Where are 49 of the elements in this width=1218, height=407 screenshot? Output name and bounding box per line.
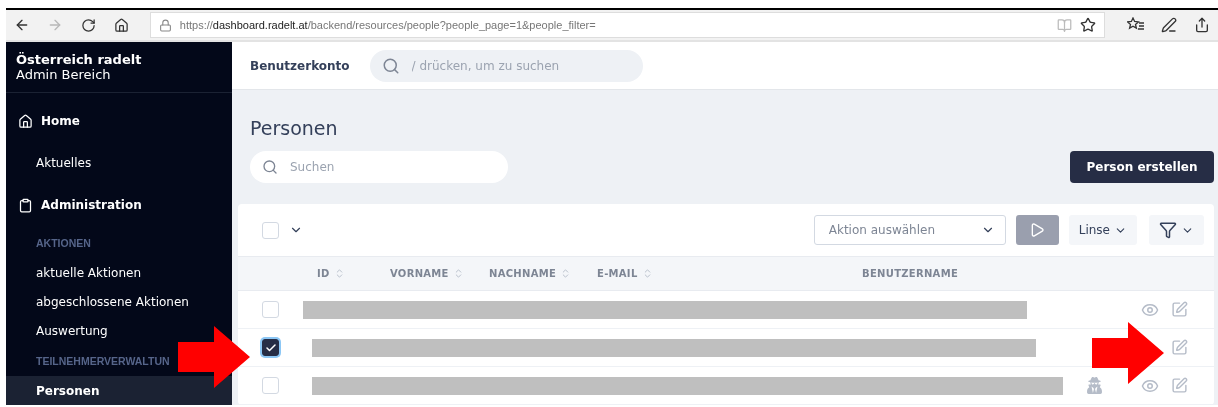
sidebar-item[interactable]: aktuelle Aktionen xyxy=(6,258,232,287)
sidebar-item[interactable]: Personen xyxy=(6,376,232,405)
spy-icon[interactable] xyxy=(1086,377,1103,394)
search-icon xyxy=(381,56,400,75)
sidebar-item[interactable]: Home xyxy=(6,99,232,143)
column-header: BENUTZERNAME xyxy=(862,268,960,279)
sidebar-item-label: Home xyxy=(41,114,80,128)
edit-icon[interactable] xyxy=(1171,377,1188,394)
sidebar-item[interactable]: Aktuelles xyxy=(6,143,232,183)
search-field[interactable]: Suchen xyxy=(250,151,508,183)
filter-icon xyxy=(1159,221,1177,239)
app-subtitle: Admin Bereich xyxy=(16,67,112,82)
url-text: https://dashboard.radelt.at/backend/resources/people?people_page=1&people_filter= xyxy=(179,19,597,31)
sidebar-item-label: Administration xyxy=(41,198,142,212)
search-field[interactable]: Suchen xyxy=(288,159,496,175)
pen-icon[interactable] xyxy=(1160,17,1177,33)
global-search-field[interactable]: / drücken, um zu suchen xyxy=(369,49,643,82)
row-checkbox[interactable] xyxy=(262,339,279,356)
share-icon[interactable] xyxy=(1193,17,1210,33)
clipboard-icon xyxy=(18,197,33,213)
annotation-arrow xyxy=(1092,322,1164,384)
page-title: Personen xyxy=(250,116,339,140)
home-icon xyxy=(18,113,33,129)
filter-button[interactable] xyxy=(1149,215,1204,245)
address-bar[interactable]: https://dashboard.radelt.at/backend/resources/people?people_page=1&people_filter= xyxy=(149,12,1106,38)
refresh-icon[interactable] xyxy=(80,17,96,33)
sidebar-item[interactable]: Auswertung xyxy=(6,316,232,345)
create-person-button[interactable]: Person erstellen xyxy=(1070,151,1214,183)
edit-icon[interactable] xyxy=(1171,339,1188,356)
reading-view-icon[interactable] xyxy=(1057,17,1073,33)
check-icon xyxy=(264,341,277,354)
favorites-list-icon[interactable] xyxy=(1126,17,1145,33)
select-all-checkbox[interactable] xyxy=(262,221,279,239)
sidebar-item[interactable]: Administration xyxy=(6,183,232,227)
action-select[interactable]: Aktion auswählen xyxy=(813,215,1006,245)
lens-button[interactable]: Linse xyxy=(1068,215,1137,245)
edit-icon[interactable] xyxy=(1171,301,1188,318)
lock-icon xyxy=(158,18,172,32)
search-icon xyxy=(262,159,278,175)
global-search-field[interactable]: / drücken, um zu suchen xyxy=(409,57,631,74)
sidebar-item[interactable]: abgeschlossene Aktionen xyxy=(6,287,232,316)
account-link[interactable]: Benutzerkonto xyxy=(250,58,350,73)
annotation-arrow xyxy=(178,326,250,388)
sidebar-section-label: TEILNEHMERVERWALTUN xyxy=(35,353,171,369)
sidebar-section-label: AKTIONEN xyxy=(35,235,92,251)
app-title: Österreich radelt xyxy=(16,52,143,67)
favorite-star-icon[interactable] xyxy=(1080,17,1097,33)
play-icon xyxy=(1029,222,1046,238)
home-icon[interactable] xyxy=(113,17,129,33)
